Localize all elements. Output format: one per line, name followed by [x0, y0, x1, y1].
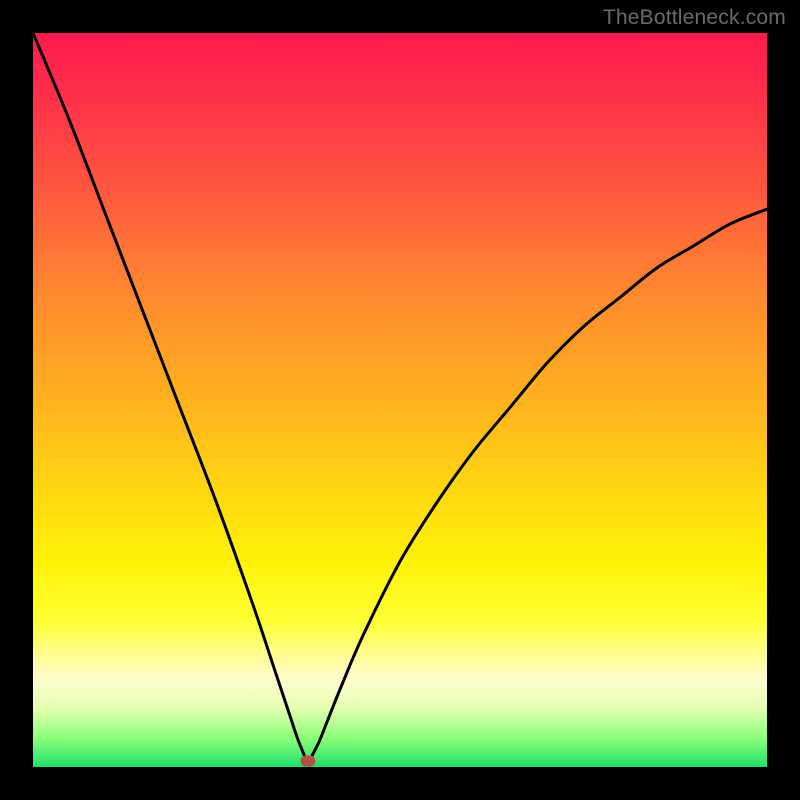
plot-area	[33, 33, 767, 767]
watermark-text: TheBottleneck.com	[603, 6, 786, 30]
bottleneck-curve	[33, 33, 767, 767]
chart-frame: TheBottleneck.com	[0, 0, 800, 800]
optimal-marker	[301, 756, 316, 767]
